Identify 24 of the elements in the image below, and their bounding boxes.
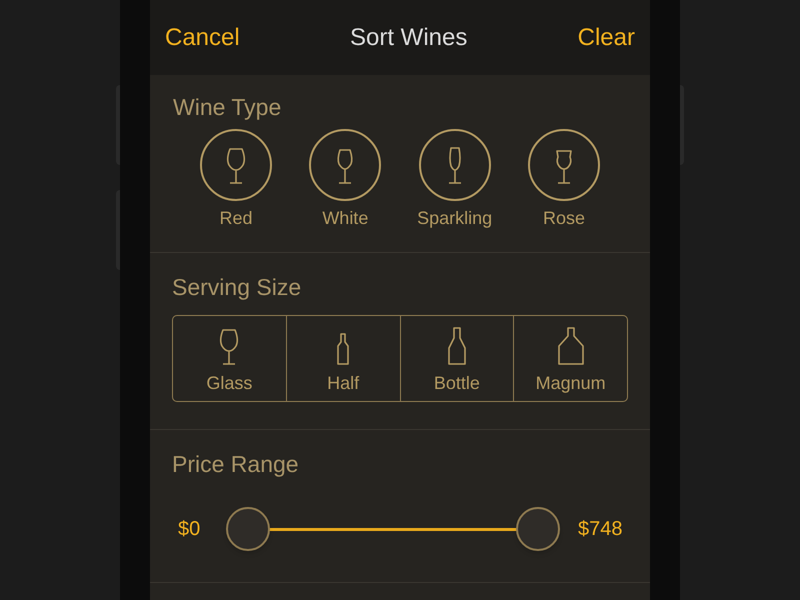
wine-type-button[interactable]: [418, 129, 491, 201]
wine-type-button[interactable]: [528, 129, 600, 201]
slider-thumb[interactable]: [226, 507, 270, 551]
price-label: $748: [578, 517, 622, 542]
clear-button[interactable]: Clear: [578, 20, 635, 56]
wine-type-label: Sparkling: [417, 207, 492, 230]
wine-type-label: White: [322, 207, 368, 230]
wine-type-button[interactable]: [200, 129, 272, 201]
wine-type-label: Rose: [542, 207, 585, 230]
section-title: Wine Type: [173, 93, 282, 121]
section-title: Serving Size: [172, 273, 302, 301]
wine-type-button[interactable]: [309, 129, 382, 201]
screen-title: Sort Wines: [350, 22, 468, 52]
serving-size-segment[interactable]: Glass: [173, 316, 286, 401]
large-bottle-icon: [556, 327, 585, 365]
serving-size-segment[interactable]: Bottle: [400, 316, 514, 401]
section-title: Price Range: [172, 450, 300, 478]
serving-size-segment[interactable]: Half: [286, 316, 400, 401]
serving-size-segment[interactable]: Magnum: [513, 316, 627, 401]
wine-type-label: Red: [219, 207, 253, 230]
slider-thumb[interactable]: [516, 507, 560, 551]
price-label: $0: [177, 517, 202, 542]
range-slider[interactable]: [226, 507, 560, 551]
cancel-button[interactable]: Cancel: [165, 20, 240, 56]
